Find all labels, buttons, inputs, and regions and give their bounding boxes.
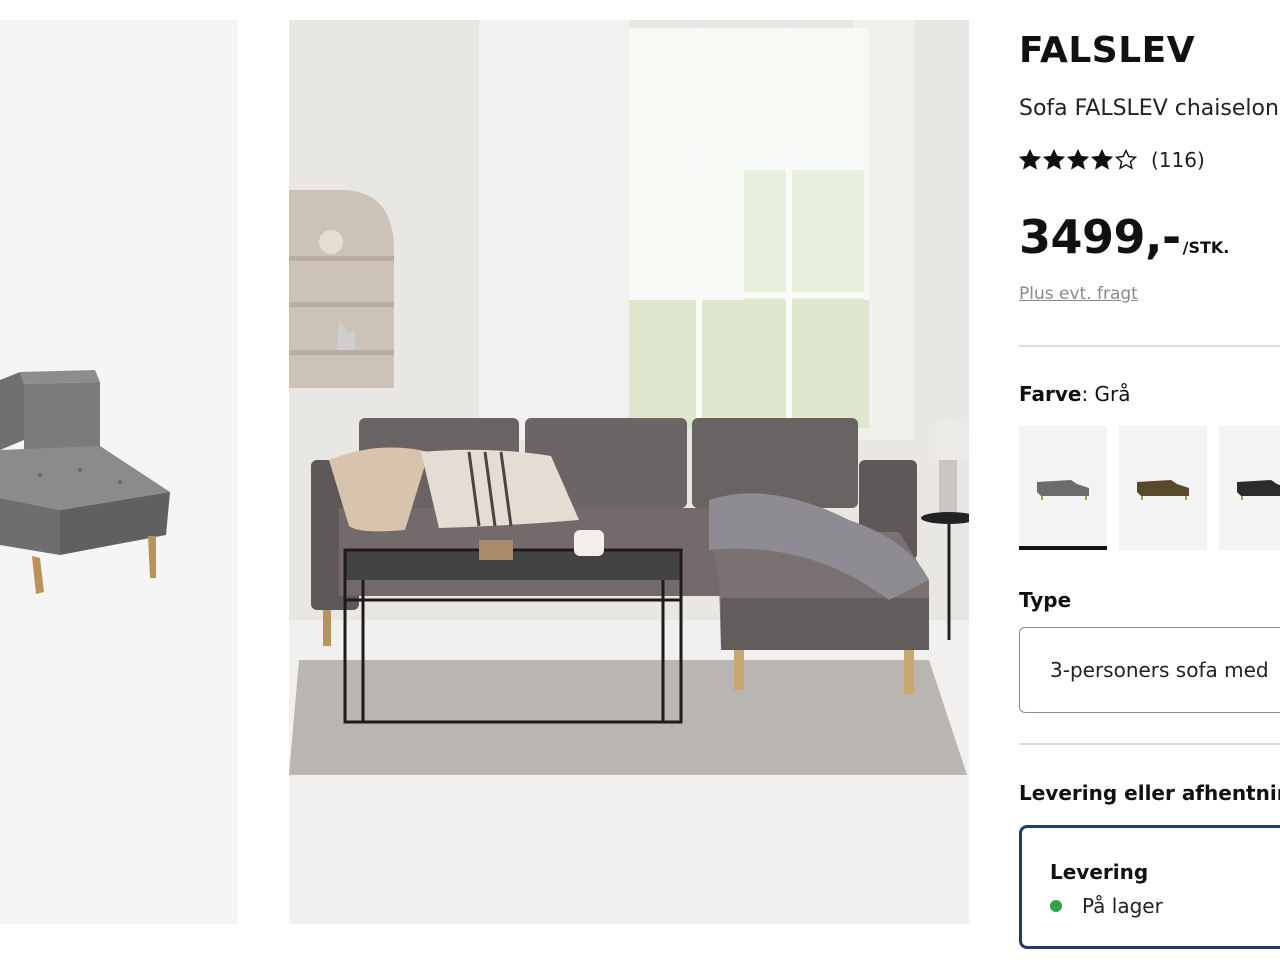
- delivery-option-title: Levering: [1050, 860, 1149, 884]
- rating-count[interactable]: (116): [1151, 148, 1205, 172]
- star-filled-icon: [1019, 149, 1041, 170]
- star-filled-icon: [1091, 149, 1113, 170]
- color-swatch-black[interactable]: [1219, 426, 1280, 550]
- color-swatch-brown[interactable]: [1119, 426, 1207, 550]
- product-image-lifestyle[interactable]: [289, 20, 969, 924]
- color-label: Farve: Grå: [1019, 382, 1131, 406]
- rating-stars: [1019, 149, 1137, 171]
- color-label-title: Farve: [1019, 382, 1082, 406]
- product-price: 3499,- /STK.: [1019, 210, 1229, 264]
- star-filled-icon: [1067, 149, 1089, 170]
- product-info-panel: FALSLEV Sofa FALSLEV chaiselon (116) 349…: [1019, 0, 1280, 960]
- type-select-value: 3-personers sofa med: [1050, 658, 1269, 682]
- brown-sofa-thumbnail-icon: [1137, 480, 1189, 500]
- star-filled-icon: [1043, 149, 1065, 170]
- stock-status-text: På lager: [1082, 894, 1163, 918]
- product-brand: FALSLEV: [1019, 30, 1196, 71]
- divider: [1019, 743, 1280, 745]
- divider: [1019, 345, 1280, 347]
- type-label: Type: [1019, 588, 1072, 612]
- product-rating[interactable]: (116): [1019, 148, 1205, 172]
- price-unit: /STK.: [1182, 238, 1230, 257]
- stock-status-dot-icon: [1050, 900, 1062, 912]
- stock-status: På lager: [1050, 894, 1163, 918]
- product-subtitle: Sofa FALSLEV chaiselon: [1019, 96, 1279, 121]
- price-value: 3499,-: [1019, 210, 1181, 264]
- freight-link[interactable]: Plus evt. fragt: [1019, 284, 1138, 304]
- delivery-section-label: Levering eller afhentnin: [1019, 781, 1280, 805]
- star-empty-icon: [1115, 149, 1137, 170]
- color-swatches: [1019, 426, 1280, 550]
- color-value: Grå: [1088, 382, 1131, 406]
- grey-sofa-thumbnail-icon: [1037, 480, 1089, 500]
- living-room-scene: [289, 20, 969, 924]
- color-swatch-grey[interactable]: [1019, 426, 1107, 550]
- black-sofa-thumbnail-icon: [1237, 480, 1280, 500]
- type-select[interactable]: 3-personers sofa med: [1019, 627, 1280, 713]
- delivery-option-card[interactable]: Levering På lager: [1019, 825, 1280, 949]
- product-image-main[interactable]: [0, 20, 238, 924]
- grey-sofa-illustration: [0, 370, 170, 594]
